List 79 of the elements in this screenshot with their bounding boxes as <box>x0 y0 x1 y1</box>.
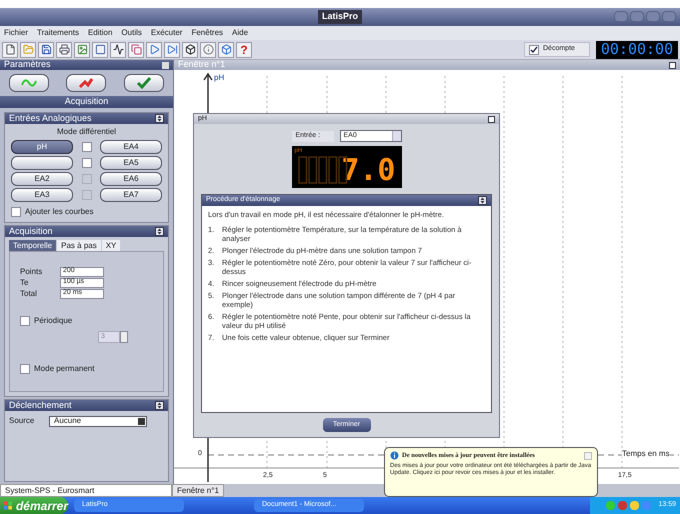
windows-logo-icon <box>4 500 12 511</box>
printer-icon <box>58 44 70 55</box>
mode-button[interactable] <box>8 74 49 92</box>
menu-item[interactable]: Traitements <box>37 27 79 39</box>
toolbar-button[interactable] <box>56 42 72 58</box>
curve-icon <box>112 44 124 55</box>
source-dropdown[interactable]: Aucune <box>49 416 147 426</box>
menu-item[interactable]: Exécuter <box>150 27 182 39</box>
checkbox[interactable] <box>11 207 21 217</box>
mode-button[interactable] <box>66 74 106 92</box>
tab[interactable]: XY <box>102 240 120 251</box>
channel-button[interactable] <box>11 156 73 170</box>
folder-icon <box>22 44 34 55</box>
channel-button[interactable]: EA6 <box>100 172 162 186</box>
section-title: Entrées Analogiques <box>9 112 92 125</box>
channel-button[interactable]: EA4 <box>100 140 162 154</box>
wave-icon <box>20 77 37 89</box>
play-icon <box>148 44 160 55</box>
toolbar-button[interactable] <box>2 42 18 58</box>
section-title: Acquisition <box>64 95 108 108</box>
toolbar-button[interactable] <box>182 42 198 58</box>
axis-label: Temps en ms <box>622 448 670 460</box>
channel-button[interactable]: EA2 <box>11 172 73 186</box>
mode-button[interactable] <box>124 74 164 92</box>
checkbox[interactable] <box>82 158 92 168</box>
tab[interactable]: Temporelle <box>9 240 56 251</box>
field-label: Te <box>20 276 30 288</box>
ph-reading: 7.0 <box>341 156 396 186</box>
checkbox[interactable] <box>529 44 539 54</box>
status-text: System-SPS - Eurosmart <box>0 484 172 497</box>
check-icon <box>530 46 538 54</box>
axis-label: pH <box>214 72 224 84</box>
menu-item[interactable]: Fichier <box>4 27 28 39</box>
collapse-icon[interactable] <box>155 114 164 123</box>
channel-button[interactable]: EA7 <box>100 188 162 202</box>
save-icon <box>40 44 52 55</box>
collapse-icon[interactable] <box>478 196 487 205</box>
checkbox[interactable] <box>20 364 30 374</box>
collapse-icon[interactable] <box>155 401 164 410</box>
cube-icon <box>220 44 232 55</box>
mode-label: Mode différentiel <box>57 126 116 138</box>
step-icon <box>166 44 178 55</box>
channel-button[interactable]: EA5 <box>100 156 162 170</box>
window-tab[interactable]: Fenêtre n°1 <box>172 484 224 497</box>
checkbox[interactable] <box>82 142 92 152</box>
checkbox-label: Ajouter les courbes <box>25 206 94 218</box>
box-icon <box>184 44 196 55</box>
section-title: Déclenchement <box>9 398 72 412</box>
toolbar-button[interactable] <box>110 42 126 58</box>
window-title: LatisPro <box>318 10 362 24</box>
maximize-icon[interactable] <box>669 62 676 68</box>
menu-item[interactable]: Outils <box>121 27 142 39</box>
window-icon <box>94 44 106 55</box>
maximize-icon[interactable] <box>488 116 495 122</box>
copy-icon <box>130 44 142 55</box>
channel-button[interactable]: EA3 <box>11 188 73 202</box>
info-icon <box>202 44 214 55</box>
check-icon <box>136 77 152 89</box>
panel-title: Paramètres <box>4 58 51 72</box>
toolbar-button[interactable] <box>38 42 54 58</box>
menu-item[interactable]: Fenêtres <box>191 27 224 39</box>
collapse-icon[interactable] <box>155 227 164 236</box>
checkbox-label: Périodique <box>34 315 72 327</box>
graph-window-title: Fenêtre n°1 <box>178 58 226 72</box>
info-icon <box>390 451 399 460</box>
help-button[interactable]: ? <box>236 42 252 58</box>
checkbox-label: Mode permanent <box>34 363 94 375</box>
menu-item[interactable]: Edition <box>88 27 112 39</box>
new-file-icon <box>4 44 16 55</box>
tab[interactable]: Pas à pas <box>57 240 101 251</box>
field-label: Points <box>20 266 44 278</box>
field-label: Total <box>20 288 38 300</box>
timer-display: 00:00:00 <box>596 40 678 58</box>
section-title: Acquisition <box>9 224 53 238</box>
menu-item[interactable]: Aide <box>232 27 248 39</box>
image-icon <box>76 44 88 55</box>
checkbox[interactable] <box>20 316 30 326</box>
field-label: Source <box>9 415 36 427</box>
channel-button[interactable]: pH <box>11 140 73 154</box>
